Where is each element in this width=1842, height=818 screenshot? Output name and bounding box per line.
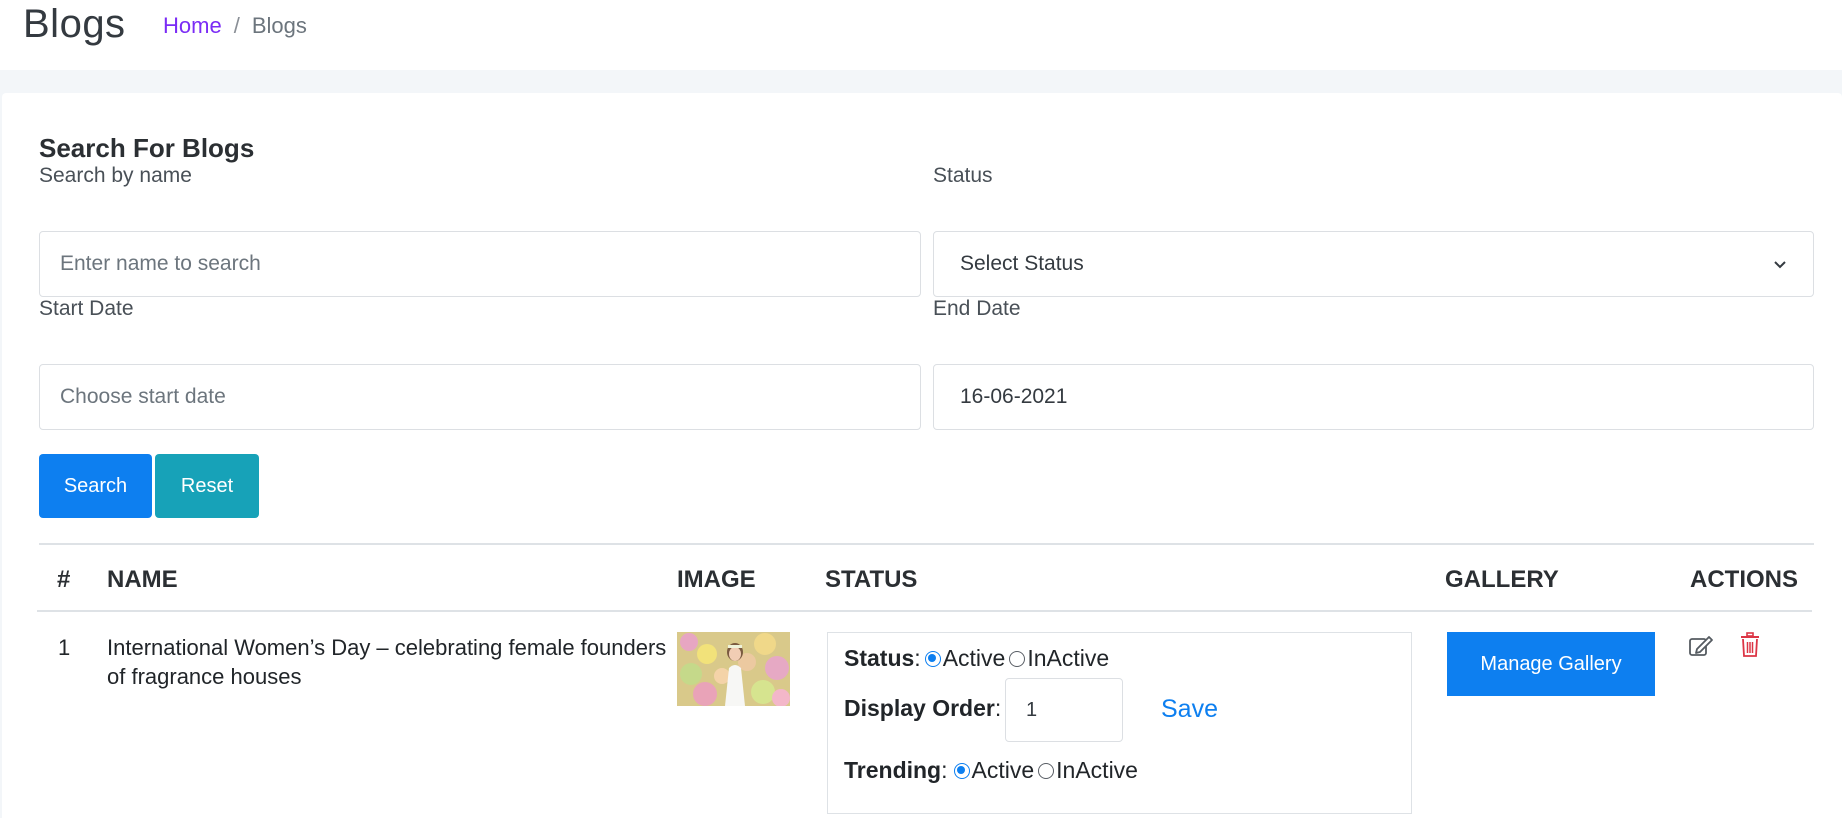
breadcrumb-current: Blogs [251, 13, 307, 38]
manage-gallery-button[interactable]: Manage Gallery [1447, 632, 1655, 696]
save-link[interactable]: Save [1161, 695, 1218, 724]
status-filter-label: Status [933, 164, 993, 187]
row-index: 1 [58, 635, 71, 660]
column-header-image: IMAGE [677, 566, 756, 593]
display-order-input[interactable]: 1 [1005, 678, 1123, 742]
status-panel: Status: Active InActive Display Order: 1… [827, 632, 1412, 814]
page-header: Blogs Home / Blogs [0, 0, 1842, 70]
column-header-index: # [57, 566, 71, 593]
status-inactive-radio[interactable] [1009, 650, 1026, 667]
column-header-status: STATUS [825, 566, 918, 593]
search-name-label: Search by name [39, 164, 192, 187]
status-select[interactable]: Select Status [933, 231, 1814, 297]
table-header-divider [37, 610, 1812, 612]
table-top-divider [39, 543, 1814, 545]
start-date-input[interactable]: Choose start date [39, 364, 921, 430]
status-field-label: Status [844, 645, 915, 671]
status-colon: : [914, 645, 921, 671]
breadcrumb-separator: / [233, 13, 240, 38]
trending-field-label: Trending [844, 757, 942, 783]
search-button[interactable]: Search [39, 454, 152, 518]
reset-button[interactable]: Reset [155, 454, 259, 518]
trending-inactive-label: InActive [1056, 757, 1138, 783]
trending-radio-group: Trending: Active InActive [844, 757, 1138, 784]
status-select-value: Select Status [960, 252, 1084, 275]
breadcrumb-home-link[interactable]: Home [163, 13, 222, 39]
edit-icon[interactable] [1688, 634, 1714, 658]
column-header-name: NAME [107, 566, 178, 593]
trending-colon: : [941, 757, 948, 783]
blog-thumbnail-image [677, 632, 790, 706]
breadcrumb: Home / Blogs [163, 13, 307, 39]
status-inactive-label: InActive [1027, 645, 1110, 671]
chevron-down-icon [1774, 261, 1786, 269]
page-title: Blogs [23, 2, 126, 46]
column-header-gallery: GALLERY [1445, 566, 1559, 593]
start-date-label: Start Date [39, 297, 134, 320]
status-radio-group: Status: Active InActive [844, 645, 1109, 672]
row-blog-name: International Women’s Day – celebrating … [107, 635, 667, 689]
trending-active-radio[interactable] [953, 762, 970, 779]
trash-icon[interactable] [1740, 632, 1760, 658]
status-active-label: Active [942, 645, 1006, 671]
column-header-actions: ACTIONS [1690, 566, 1798, 593]
search-section-title: Search For Blogs [39, 133, 255, 163]
blog-thumbnail [677, 632, 790, 706]
status-active-radio[interactable] [924, 650, 941, 667]
end-date-input[interactable]: 16-06-2021 [933, 364, 1814, 430]
trending-inactive-radio[interactable] [1038, 762, 1055, 779]
end-date-label: End Date [933, 297, 1021, 320]
display-order-group: Display Order: [844, 695, 1001, 722]
trending-active-label: Active [971, 757, 1035, 783]
display-order-label: Display Order [844, 695, 995, 721]
search-name-input[interactable]: Enter name to search [39, 231, 921, 297]
display-order-colon: : [994, 695, 1002, 721]
